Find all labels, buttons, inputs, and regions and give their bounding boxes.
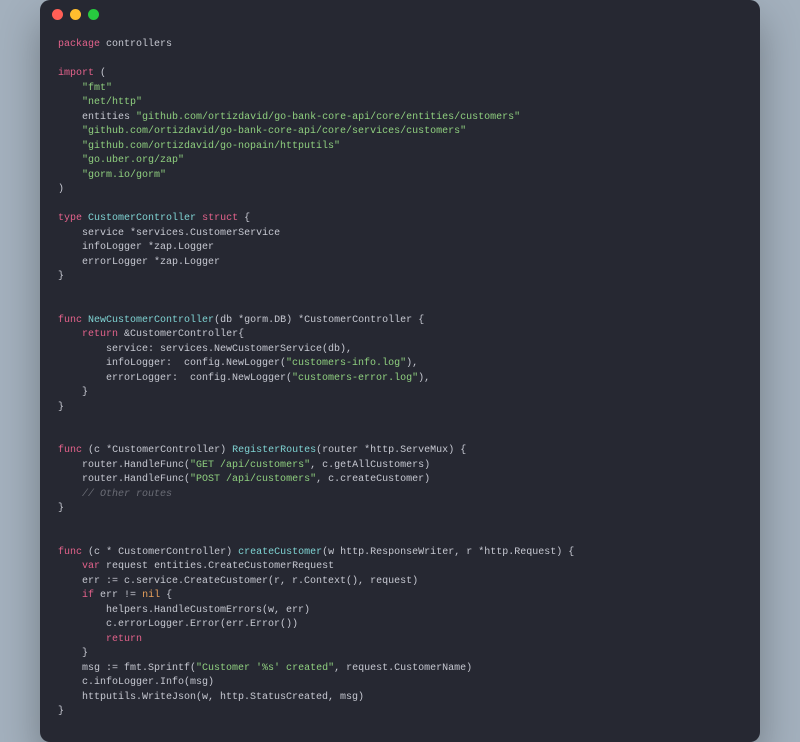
param-db: db	[220, 315, 232, 326]
code-window: package controllers import ( "fmt" "net/…	[40, 0, 760, 742]
param-router: router	[322, 445, 358, 456]
kw-package: package	[58, 39, 100, 50]
kw-func-2: func	[58, 445, 82, 456]
fn-create-customer: createCustomer	[238, 547, 322, 558]
var-request: request	[106, 561, 148, 572]
field-service: service	[82, 228, 124, 239]
import-entities-alias: entities	[82, 112, 130, 123]
kw-func-3: func	[58, 547, 82, 558]
zap-type-2: *zap.Logger	[154, 257, 220, 268]
recv-type-1: *CustomerController	[106, 445, 220, 456]
gorm-type: *gorm.DB	[238, 315, 286, 326]
field-info-logger: infoLogger	[82, 242, 142, 253]
kw-func-1: func	[58, 315, 82, 326]
svc-init: service: services.NewCustomerService(db)…	[106, 344, 352, 355]
recv-c-1: c	[94, 445, 100, 456]
brace-open: {	[244, 213, 250, 224]
titlebar	[40, 0, 760, 28]
close-icon[interactable]	[52, 9, 63, 20]
ret-type: *CustomerController	[298, 315, 412, 326]
route-post: "POST /api/customers"	[190, 474, 316, 485]
rw-type: http.ResponseWriter	[340, 547, 454, 558]
handlefunc-2-r: , c.createCustomer)	[316, 474, 430, 485]
code-editor[interactable]: package controllers import ( "fmt" "net/…	[40, 28, 760, 742]
recv-type-2: * CustomerController	[106, 547, 226, 558]
kw-type: type	[58, 213, 82, 224]
handlefunc-2-l: router.HandleFunc(	[82, 474, 190, 485]
param-w: w	[328, 547, 334, 558]
zap-type-1: *zap.Logger	[148, 242, 214, 253]
fn-register-routes: RegisterRoutes	[232, 445, 316, 456]
msg-assign-r: , request.CustomerName)	[334, 663, 472, 674]
param-r: r	[466, 547, 472, 558]
nil-literal: nil	[142, 590, 160, 601]
kw-if: if	[82, 590, 94, 601]
route-get: "GET /api/customers"	[190, 460, 310, 471]
paren-open: (	[100, 68, 106, 79]
import-zap: "go.uber.org/zap"	[82, 155, 184, 166]
import-http: "net/http"	[82, 97, 142, 108]
import-gorm: "gorm.io/gorm"	[82, 170, 166, 181]
field-service-type: *services.CustomerService	[130, 228, 280, 239]
msg-format-str: "Customer '%s' created"	[196, 663, 334, 674]
msg-assign-l: msg := fmt.Sprintf(	[82, 663, 196, 674]
kw-import: import	[58, 68, 94, 79]
brace-close: }	[58, 271, 64, 282]
err-log-str: "customers-error.log"	[292, 373, 418, 384]
if-cond: err !=	[100, 590, 136, 601]
paren-close: )	[58, 184, 64, 195]
amp-cc: &CustomerController	[124, 329, 238, 340]
import-entities: "github.com/ortizdavid/go-bank-core-api/…	[136, 112, 520, 123]
err-assign: err := c.service.CreateCustomer(r, r.Con…	[82, 576, 418, 587]
fn-new-cc: NewCustomerController	[88, 315, 214, 326]
err-init: errorLogger: config.NewLogger(	[106, 373, 292, 384]
pkg-name: controllers	[106, 39, 172, 50]
field-error-logger: errorLogger	[82, 257, 148, 268]
servemux-type: *http.ServeMux	[364, 445, 448, 456]
req-entity-type: entities.CreateCustomerRequest	[154, 561, 334, 572]
info-log-call: c.infoLogger.Info(msg)	[82, 677, 214, 688]
kw-return-1: return	[82, 329, 118, 340]
zoom-icon[interactable]	[88, 9, 99, 20]
type-name: CustomerController	[88, 213, 196, 224]
info-init: infoLogger: config.NewLogger(	[106, 358, 286, 369]
import-httputils: "github.com/ortizdavid/go-nopain/httputi…	[82, 141, 340, 152]
handlefunc-1-l: router.HandleFunc(	[82, 460, 190, 471]
minimize-icon[interactable]	[70, 9, 81, 20]
import-services: "github.com/ortizdavid/go-bank-core-api/…	[82, 126, 466, 137]
handle-errors: helpers.HandleCustomErrors(w, err)	[106, 605, 310, 616]
log-error: c.errorLogger.Error(err.Error())	[106, 619, 298, 630]
comment-other-routes: // Other routes	[82, 489, 172, 500]
kw-var: var	[82, 561, 100, 572]
handlefunc-1-r: , c.getAllCustomers)	[310, 460, 430, 471]
recv-c-2: c	[94, 547, 100, 558]
kw-return-2: return	[106, 634, 142, 645]
import-fmt: "fmt"	[82, 83, 112, 94]
info-log-str: "customers-info.log"	[286, 358, 406, 369]
req-type: *http.Request	[478, 547, 556, 558]
write-json: httputils.WriteJson(w, http.StatusCreate…	[82, 692, 364, 703]
kw-struct: struct	[202, 213, 238, 224]
